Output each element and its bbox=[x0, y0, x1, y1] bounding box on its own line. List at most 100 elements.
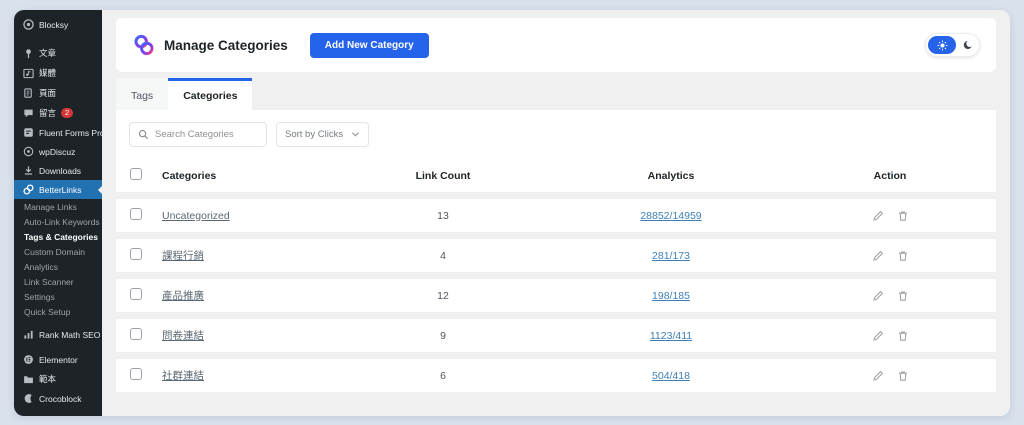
sidebar-item-pages[interactable]: 頁面 bbox=[14, 83, 102, 103]
theme-toggle[interactable] bbox=[925, 33, 980, 57]
sidebar-item-label: Downloads bbox=[39, 166, 81, 176]
sort-dropdown-value: Sort by Clicks bbox=[285, 129, 343, 140]
add-new-category-button[interactable]: Add New Category bbox=[310, 33, 429, 58]
wp-admin-sidebar: Blocksy 文章 媒體 頁面 留言 2 bbox=[14, 10, 102, 416]
category-name-link[interactable]: Uncategorized bbox=[162, 210, 230, 222]
link-count-value: 13 bbox=[328, 210, 558, 222]
link-count-value: 6 bbox=[328, 370, 558, 382]
tab-categories[interactable]: Categories bbox=[168, 78, 252, 110]
media-icon bbox=[23, 68, 34, 79]
analytics-link[interactable]: 28852/14959 bbox=[640, 210, 701, 222]
sort-dropdown[interactable]: Sort by Clicks bbox=[276, 122, 369, 147]
bar-chart-icon bbox=[23, 329, 34, 340]
sidebar-item-betterlinks[interactable]: BetterLinks bbox=[14, 180, 102, 199]
sidebar-item-label: Rank Math SEO bbox=[39, 330, 100, 340]
delete-icon[interactable] bbox=[897, 250, 909, 262]
sidebar-item-label: BetterLinks bbox=[39, 185, 82, 195]
edit-icon[interactable] bbox=[872, 210, 884, 222]
search-input[interactable] bbox=[155, 129, 258, 140]
submenu-item-tags-categories[interactable]: Tags & Categories bbox=[14, 229, 102, 244]
sidebar-item-elementor[interactable]: Elementor bbox=[14, 350, 102, 369]
column-header-action: Action bbox=[784, 170, 996, 182]
sidebar-item-downloads[interactable]: Downloads bbox=[14, 161, 102, 180]
edit-icon[interactable] bbox=[872, 330, 884, 342]
crocoblock-icon bbox=[23, 393, 34, 404]
edit-icon[interactable] bbox=[872, 250, 884, 262]
tab-tags[interactable]: Tags bbox=[116, 78, 168, 110]
submenu-item-analytics[interactable]: Analytics bbox=[14, 259, 102, 274]
sidebar-item-label: Blocksy bbox=[39, 20, 68, 30]
sidebar-item-media[interactable]: 媒體 bbox=[14, 63, 102, 83]
row-checkbox[interactable] bbox=[130, 288, 142, 300]
row-checkbox[interactable] bbox=[130, 368, 142, 380]
sidebar-item-comments[interactable]: 留言 2 bbox=[14, 103, 102, 123]
delete-icon[interactable] bbox=[897, 210, 909, 222]
sidebar-item-label: Fluent Forms Pro bbox=[39, 128, 105, 138]
sidebar-item-fluent-forms-pro[interactable]: Fluent Forms Pro bbox=[14, 123, 102, 142]
moon-icon[interactable] bbox=[959, 36, 977, 54]
app-window: Blocksy 文章 媒體 頁面 留言 2 bbox=[14, 10, 1010, 416]
search-box bbox=[129, 122, 267, 147]
analytics-link[interactable]: 281/173 bbox=[652, 250, 690, 262]
fluent-forms-icon bbox=[23, 127, 34, 138]
chain-link-icon bbox=[23, 184, 34, 195]
download-icon bbox=[23, 165, 34, 176]
submenu-item-quick-setup[interactable]: Quick Setup bbox=[14, 304, 102, 319]
blocksy-logo-icon bbox=[23, 19, 34, 30]
table-row: 產品推廣 12 198/185 bbox=[116, 279, 996, 312]
sidebar-item-label: 文章 bbox=[39, 47, 56, 59]
link-count-value: 4 bbox=[328, 250, 558, 262]
folder-icon bbox=[23, 374, 34, 385]
submenu-item-settings[interactable]: Settings bbox=[14, 289, 102, 304]
row-checkbox[interactable] bbox=[130, 248, 142, 260]
link-count-value: 9 bbox=[328, 330, 558, 342]
sidebar-item-label: Crocoblock bbox=[39, 394, 82, 404]
analytics-link[interactable]: 504/418 bbox=[652, 370, 690, 382]
delete-icon[interactable] bbox=[897, 290, 909, 302]
analytics-link[interactable]: 1123/411 bbox=[650, 330, 692, 342]
betterlinks-logo-icon bbox=[132, 33, 156, 57]
wpdiscuz-icon bbox=[23, 146, 34, 157]
page-title: Manage Categories bbox=[164, 38, 288, 53]
category-name-link[interactable]: 問卷連結 bbox=[162, 330, 204, 342]
sun-icon[interactable] bbox=[928, 36, 956, 54]
category-name-link[interactable]: 課程行銷 bbox=[162, 250, 204, 262]
sidebar-item-label: 頁面 bbox=[39, 87, 56, 99]
sidebar-item-crocoblock[interactable]: Crocoblock bbox=[14, 389, 102, 408]
sidebar-item-rank-math-seo[interactable]: Rank Math SEO bbox=[14, 325, 102, 344]
comments-count-badge: 2 bbox=[61, 108, 73, 118]
submenu-item-auto-link-keywords[interactable]: Auto-Link Keywords bbox=[14, 214, 102, 229]
select-all-checkbox[interactable] bbox=[130, 168, 142, 180]
submenu-item-custom-domain[interactable]: Custom Domain bbox=[14, 244, 102, 259]
search-icon bbox=[138, 129, 149, 140]
sidebar-item-templates[interactable]: 範本 bbox=[14, 369, 102, 389]
sidebar-item-appearance[interactable]: 外觀 bbox=[14, 414, 102, 416]
pages-icon bbox=[23, 88, 34, 99]
pushpin-icon bbox=[23, 48, 34, 59]
edit-icon[interactable] bbox=[872, 290, 884, 302]
category-name-link[interactable]: 社群連結 bbox=[162, 370, 204, 382]
tab-bar: Tags Categories bbox=[116, 78, 1010, 110]
delete-icon[interactable] bbox=[897, 330, 909, 342]
column-header-analytics: Analytics bbox=[558, 170, 784, 182]
page-header: Manage Categories Add New Category bbox=[116, 18, 996, 72]
row-checkbox[interactable] bbox=[130, 328, 142, 340]
submenu-item-manage-links[interactable]: Manage Links bbox=[14, 199, 102, 214]
table-row: 課程行銷 4 281/173 bbox=[116, 239, 996, 272]
column-header-link-count: Link Count bbox=[328, 170, 558, 182]
submenu-item-link-scanner[interactable]: Link Scanner bbox=[14, 274, 102, 289]
category-name-link[interactable]: 產品推廣 bbox=[162, 290, 204, 302]
row-checkbox[interactable] bbox=[130, 208, 142, 220]
sidebar-item-blocksy[interactable]: Blocksy bbox=[14, 15, 102, 34]
sidebar-item-label: 範本 bbox=[39, 373, 56, 385]
categories-table: Categories Link Count Analytics Action U… bbox=[116, 159, 996, 408]
delete-icon[interactable] bbox=[897, 370, 909, 382]
analytics-link[interactable]: 198/185 bbox=[652, 290, 690, 302]
sidebar-item-posts[interactable]: 文章 bbox=[14, 43, 102, 63]
sidebar-item-wpdiscuz[interactable]: wpDiscuz bbox=[14, 142, 102, 161]
link-count-value: 12 bbox=[328, 290, 558, 302]
toolbar: Sort by Clicks bbox=[116, 122, 996, 159]
chevron-down-icon bbox=[351, 130, 360, 139]
sidebar-item-label: 留言 bbox=[39, 107, 56, 119]
edit-icon[interactable] bbox=[872, 370, 884, 382]
